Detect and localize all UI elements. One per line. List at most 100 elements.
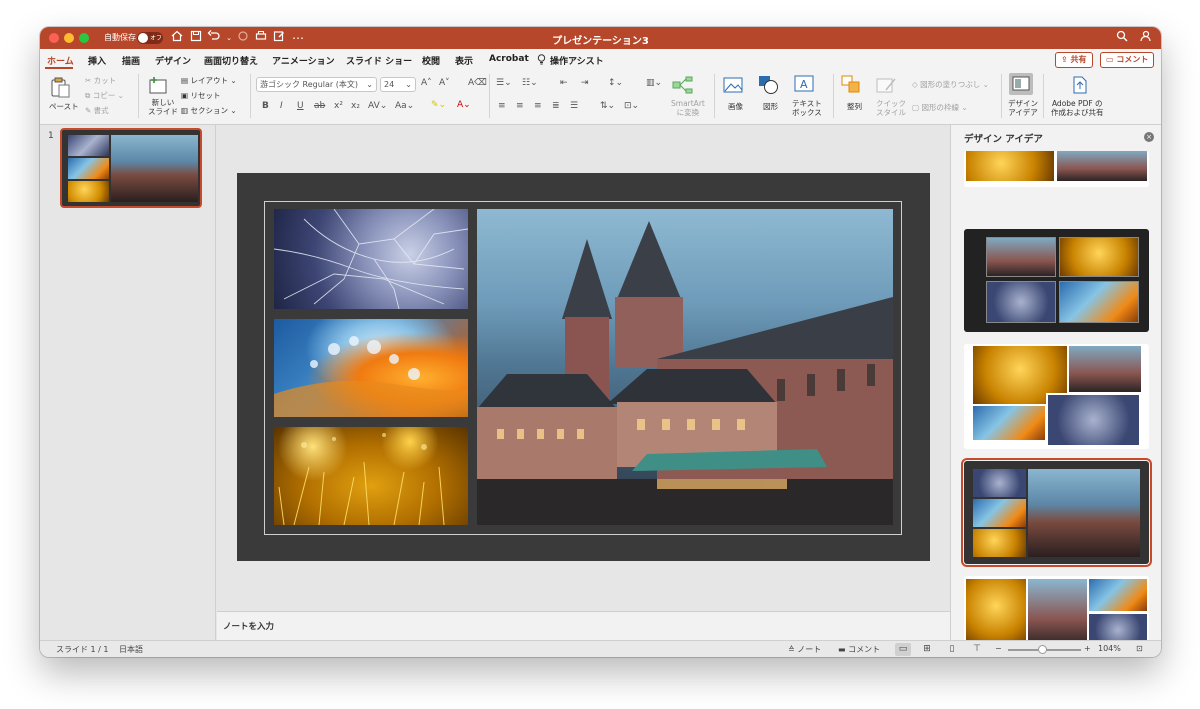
slideshow-view-icon[interactable]: ⊤ [969, 643, 985, 656]
photo-cathedral[interactable] [477, 209, 893, 525]
distributed-icon[interactable]: ☰ [570, 101, 578, 111]
tab-animations[interactable]: アニメーション [272, 54, 335, 67]
design-idea-2[interactable] [964, 229, 1149, 332]
reading-view-icon[interactable]: ▯ [944, 643, 960, 656]
design-ideas-label[interactable]: デザイン アイデア [1008, 99, 1038, 117]
layout-button[interactable]: ▤ レイアウト ⌄ [181, 75, 237, 86]
smartart-icon[interactable] [672, 76, 693, 94]
highlight-icon[interactable]: ✎⌄ [431, 100, 446, 110]
photo-ice-crystals[interactable] [274, 319, 468, 417]
superscript-icon[interactable]: x² [334, 101, 343, 111]
notes-area[interactable]: ノートを入力 [217, 611, 950, 640]
tab-slideshow[interactable]: スライド ショー [346, 54, 412, 67]
copy-button[interactable]: ⧉ コピー ⌄ [85, 90, 124, 101]
section-button[interactable]: ▥ セクション ⌄ [181, 105, 237, 116]
shape-outline-button[interactable]: ▢ 図形の枠線 ⌄ [912, 102, 968, 113]
ribbon-separator [1043, 74, 1044, 118]
design-ideas-icon[interactable] [1009, 73, 1033, 95]
tab-insert[interactable]: 挿入 [88, 54, 106, 67]
character-spacing-icon[interactable]: AV⌄ [368, 101, 387, 111]
design-idea-5[interactable] [964, 576, 1149, 640]
arrange-label[interactable]: 整列 [847, 101, 862, 112]
columns-icon[interactable]: ▥⌄ [646, 78, 662, 88]
decrease-indent-icon[interactable]: ⇤ [560, 78, 568, 88]
shapes-icon[interactable] [758, 75, 778, 94]
notes-toggle[interactable]: ≙ ノート [788, 644, 821, 655]
comments-button[interactable]: ▭ コメント [1100, 52, 1155, 68]
font-name-select[interactable]: 游ゴシック Regular (本文) ⌄ [256, 77, 377, 92]
tab-design[interactable]: デザイン [155, 54, 191, 67]
language-indicator[interactable]: 日本語 [119, 644, 143, 655]
tab-review[interactable]: 校閲 [422, 54, 440, 67]
italic-icon[interactable]: I [280, 101, 283, 111]
photo-golden-grass[interactable] [274, 427, 468, 525]
decrease-font-icon[interactable]: A˅ [439, 78, 450, 88]
tab-home[interactable]: ホーム [47, 54, 74, 67]
cut-button[interactable]: ✂ カット [85, 75, 116, 86]
design-photo-frost [986, 281, 1056, 323]
shapes-label[interactable]: 図形 [763, 101, 778, 112]
slide-sorter-icon[interactable]: ⊞ [919, 643, 935, 656]
align-left-icon[interactable]: ≡ [498, 101, 506, 111]
font-size-select[interactable]: 24 ⌄ [380, 77, 416, 92]
fit-slide-icon[interactable]: ⊡ [1136, 644, 1143, 653]
zoom-out-icon[interactable]: − [995, 644, 1002, 653]
quick-style-icon[interactable] [876, 76, 896, 94]
bullets-icon[interactable]: ☰⌄ [496, 78, 512, 88]
clear-format-icon[interactable]: A⌫ [468, 78, 487, 88]
photo-frost-branches[interactable] [274, 209, 468, 309]
smartart-label[interactable]: SmartArt に変換 [671, 99, 705, 117]
adobe-pdf-label[interactable]: Adobe PDF の作成および共有 [1051, 99, 1104, 117]
textbox-icon[interactable]: A [794, 75, 814, 93]
close-icon[interactable]: × [1144, 132, 1154, 142]
tab-view[interactable]: 表示 [455, 54, 473, 67]
zoom-in-icon[interactable]: + [1084, 644, 1091, 653]
increase-font-icon[interactable]: A˄ [421, 78, 432, 88]
tell-me-assist[interactable]: 操作アシスト [550, 54, 604, 67]
bold-icon[interactable]: B [262, 101, 269, 111]
new-slide-label[interactable]: 新しい スライド [148, 98, 178, 116]
share-button[interactable]: ⇪ 共有 [1055, 52, 1093, 68]
subscript-icon[interactable]: x₂ [351, 101, 360, 111]
normal-view-icon[interactable]: ▭ [895, 643, 911, 656]
slide[interactable] [237, 173, 930, 561]
shape-fill-button[interactable]: ◇ 図形の塗りつぶし ⌄ [912, 79, 989, 90]
slide-thumbnail[interactable] [60, 128, 202, 208]
align-right-icon[interactable]: ≡ [534, 101, 542, 111]
tab-draw[interactable]: 描画 [122, 54, 140, 67]
slide-editing-canvas [217, 125, 950, 611]
underline-icon[interactable]: U [297, 101, 304, 111]
zoom-level[interactable]: 104% [1098, 644, 1121, 653]
strikethrough-icon[interactable]: ab [314, 101, 325, 111]
comments-toggle[interactable]: ▬ コメント [838, 644, 880, 655]
quick-style-label[interactable]: クイック スタイル [876, 99, 906, 117]
search-icon[interactable] [1114, 30, 1130, 46]
justify-icon[interactable]: ≣ [552, 101, 560, 111]
tab-transitions[interactable]: 画面切り替え [204, 54, 258, 67]
font-color-icon[interactable]: A⌄ [457, 100, 471, 110]
new-slide-icon[interactable] [147, 76, 167, 94]
cut-label: カット [93, 76, 117, 85]
change-case-icon[interactable]: Aa⌄ [395, 101, 414, 111]
textbox-label[interactable]: テキスト ボックス [792, 99, 822, 117]
tab-acrobat[interactable]: Acrobat [489, 54, 529, 64]
format-painter-button[interactable]: ✎ 書式 [85, 105, 109, 116]
text-direction-icon[interactable]: ⇅⌄ [600, 101, 615, 111]
increase-indent-icon[interactable]: ⇥ [581, 78, 589, 88]
paste-icon[interactable] [50, 77, 70, 98]
design-idea-1[interactable] [964, 151, 1149, 187]
numbering-icon[interactable]: ☷⌄ [522, 78, 538, 88]
align-center-icon[interactable]: ≡ [516, 101, 524, 111]
line-spacing-icon[interactable]: ↕⌄ [608, 78, 623, 88]
adobe-pdf-icon[interactable] [1070, 75, 1090, 94]
picture-label[interactable]: 画像 [728, 101, 743, 112]
design-idea-3[interactable] [964, 344, 1149, 449]
account-icon[interactable] [1137, 30, 1153, 46]
paste-label[interactable]: ペースト [49, 101, 79, 112]
reset-button[interactable]: ▣ リセット [181, 90, 220, 101]
zoom-slider-handle[interactable] [1038, 645, 1047, 654]
design-idea-4[interactable] [961, 458, 1152, 567]
picture-icon[interactable] [723, 77, 743, 95]
align-text-icon[interactable]: ⊡⌄ [624, 101, 639, 111]
arrange-icon[interactable] [841, 75, 861, 93]
